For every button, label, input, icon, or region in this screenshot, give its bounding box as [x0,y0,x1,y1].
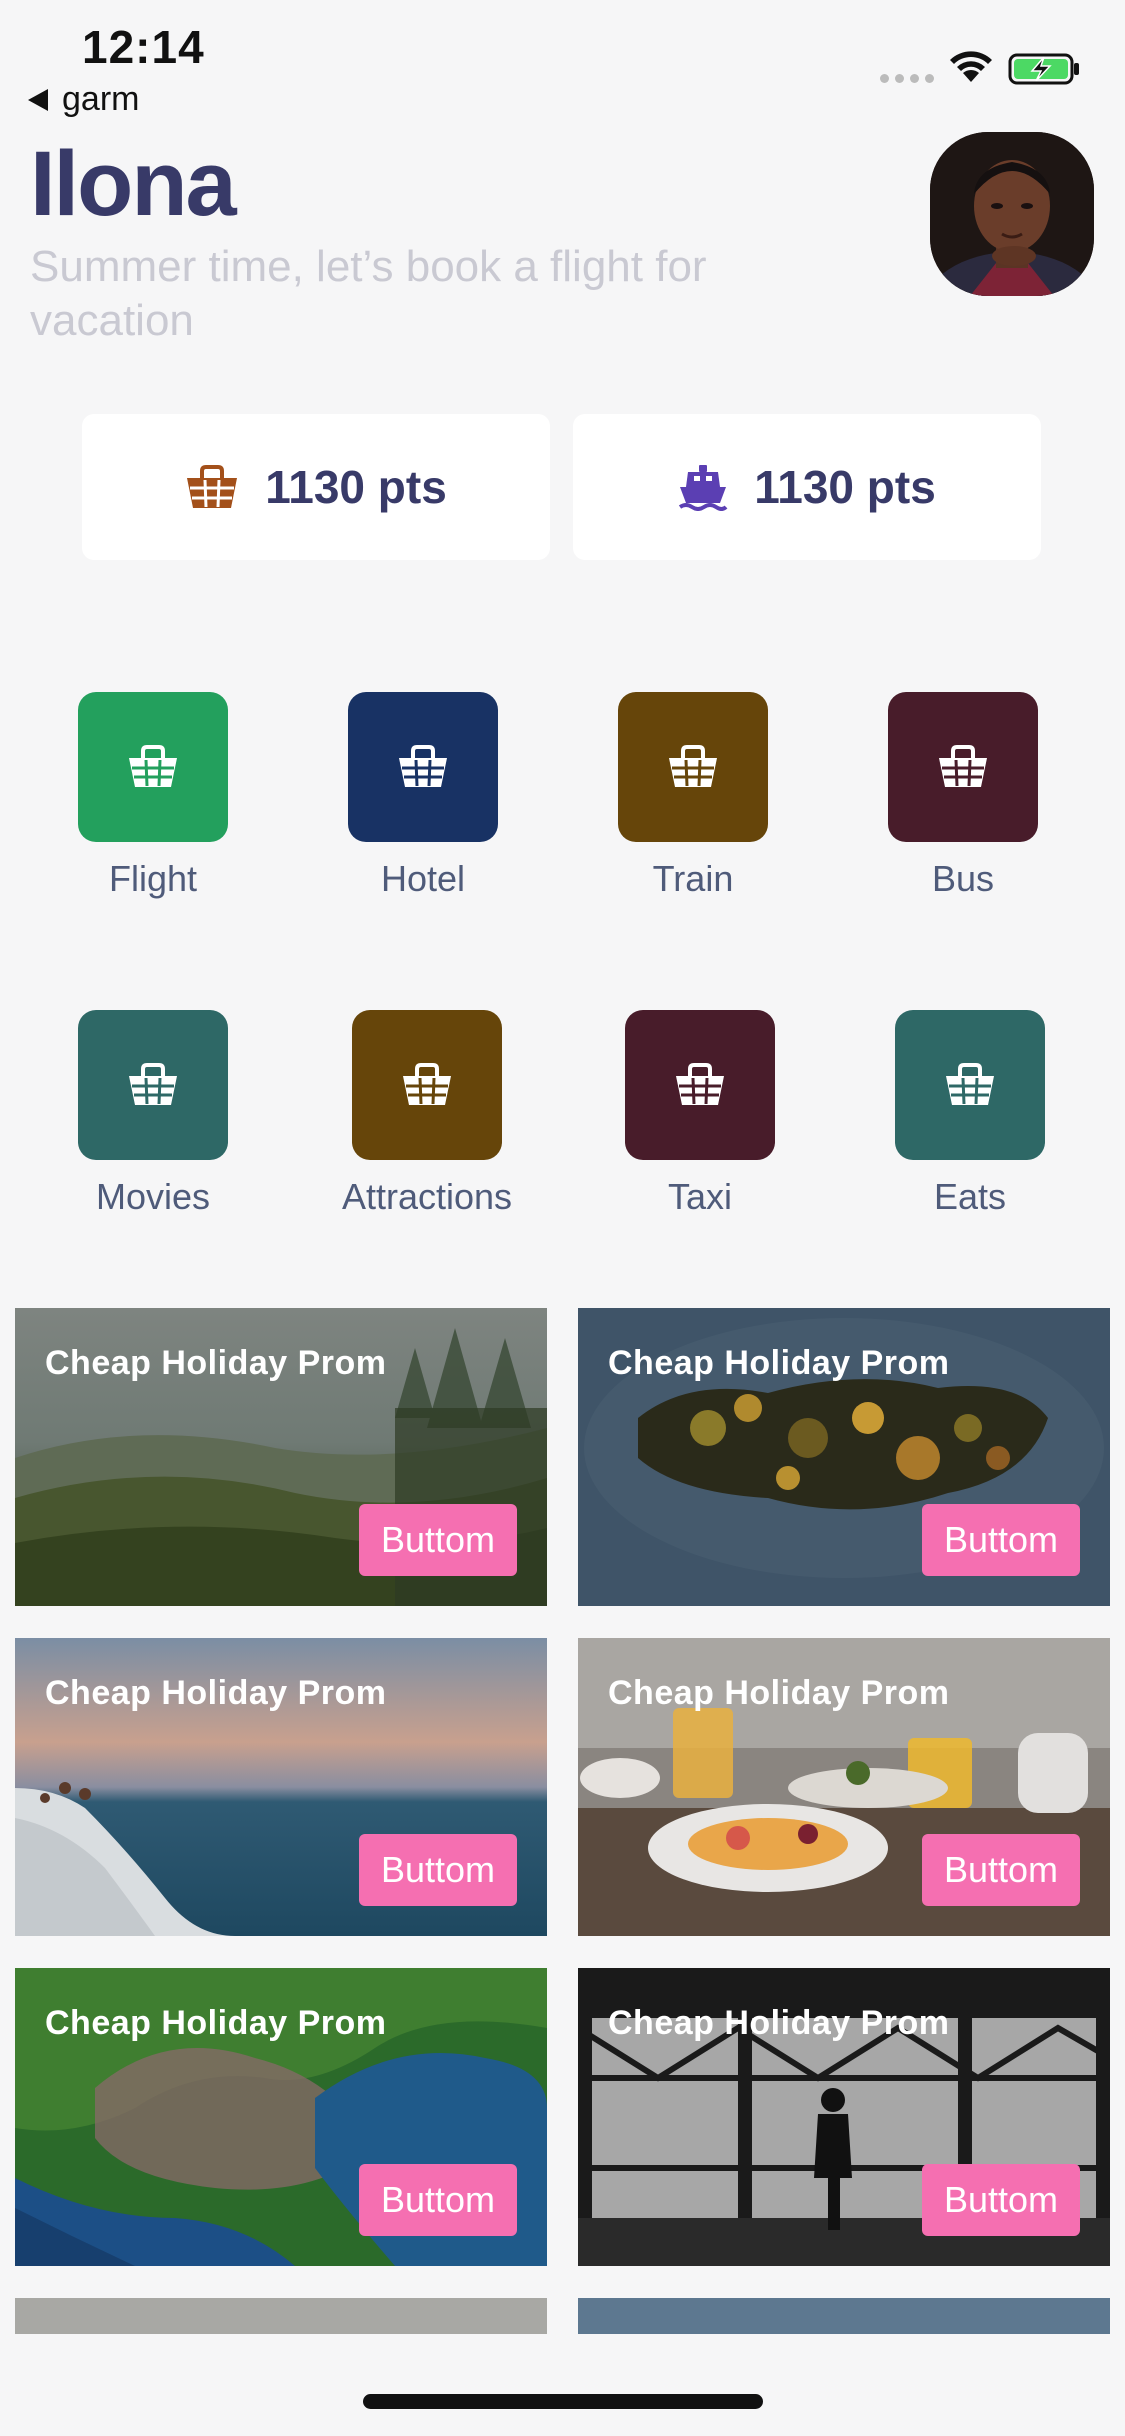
back-arrow-icon [28,88,48,111]
points-value: 1130 pts [754,461,936,513]
basket-icon [403,1063,451,1105]
promo-title: Cheap Holiday Prom [45,2004,387,2042]
category-tile [895,1010,1045,1160]
promo-card-lake[interactable]: Cheap Holiday Prom Buttom [15,1968,547,2266]
category-hotel[interactable]: Hotel [303,692,543,900]
promo-card-peek[interactable] [578,2298,1110,2334]
cellular-signal-icon [880,74,934,83]
promo-card-peek[interactable] [15,2298,547,2334]
status-time: 12:14 [82,21,205,73]
points-value: 1130 pts [265,461,447,513]
category-train[interactable]: Train [573,692,813,900]
category-eats[interactable]: Eats [850,1010,1090,1218]
category-label: Eats [933,1176,1007,1217]
page-title: Ilona [30,133,237,235]
back-to-app-link[interactable]: garm [28,80,139,119]
promo-button[interactable]: Buttom [922,1504,1080,1576]
promo-title: Cheap Holiday Prom [45,1344,387,1382]
promo-title: Cheap Holiday Prom [608,1674,950,1712]
basket-icon [187,465,238,508]
basket-icon [399,745,447,787]
basket-icon [676,1063,724,1105]
category-tile [625,1010,775,1160]
promo-button[interactable]: Buttom [922,1834,1080,1906]
battery-charging-icon [1008,53,1079,85]
promo-card-airport[interactable]: Cheap Holiday Prom Buttom [578,1968,1110,2266]
category-label: Flight [108,858,198,899]
category-tile [348,692,498,842]
back-app-label: garm [62,80,140,118]
category-taxi[interactable]: Taxi [580,1010,820,1218]
points-card-basket[interactable]: 1130 pts [82,414,550,560]
category-bus[interactable]: Bus [843,692,1083,900]
promo-button[interactable]: Buttom [359,1834,517,1906]
category-tile [888,692,1038,842]
category-label: Taxi [667,1176,733,1217]
promo-card-hills[interactable]: Cheap Holiday Prom Buttom [15,1308,547,1606]
basket-icon [939,745,987,787]
home-indicator[interactable] [363,2394,763,2409]
category-tile [78,1010,228,1160]
ship-icon [679,465,728,511]
category-tile [352,1010,502,1160]
avatar[interactable] [930,132,1094,296]
points-card-ship[interactable]: 1130 pts [573,414,1041,560]
category-attractions[interactable]: Attractions [307,1010,547,1218]
promo-button[interactable]: Buttom [922,2164,1080,2236]
category-label: Attractions [341,1176,513,1217]
promo-button[interactable]: Buttom [359,2164,517,2236]
promo-card-breakfast[interactable]: Cheap Holiday Prom Buttom [578,1638,1110,1936]
category-flight[interactable]: Flight [33,692,273,900]
category-label: Hotel [380,858,466,899]
page-subtitle: Summer time, let’s book a flight for vac… [30,242,707,345]
promo-title: Cheap Holiday Prom [608,1344,950,1382]
category-tile [618,692,768,842]
basket-icon [669,745,717,787]
category-label: Bus [931,858,995,899]
wifi-icon [950,51,992,82]
category-movies[interactable]: Movies [33,1010,273,1218]
promo-card-sea[interactable]: Cheap Holiday Prom Buttom [15,1638,547,1936]
category-tile [78,692,228,842]
basket-icon [946,1063,994,1105]
promo-title: Cheap Holiday Prom [608,2004,950,2042]
category-label: Movies [95,1176,211,1217]
promo-button[interactable]: Buttom [359,1504,517,1576]
basket-icon [129,1063,177,1105]
promo-title: Cheap Holiday Prom [45,1674,387,1712]
basket-icon [129,745,177,787]
promo-card-island[interactable]: Cheap Holiday Prom Buttom [578,1308,1110,1606]
category-label: Train [652,858,734,899]
